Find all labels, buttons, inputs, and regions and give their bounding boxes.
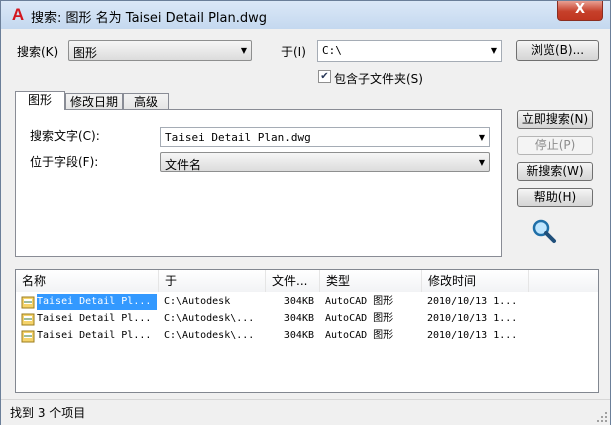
column-header-modified[interactable]: 修改时间: [422, 270, 529, 292]
chevron-down-icon: ▼: [478, 133, 485, 142]
chevron-down-icon: ▼: [240, 46, 247, 55]
magnifier-icon: [532, 219, 556, 243]
cell-type: AutoCAD 图形: [325, 330, 394, 341]
find-dialog: A 搜索: 图形 名为 Taisei Detail Plan.dwg X 搜索(…: [0, 0, 611, 425]
search-text-label: 搜索文字(C):: [30, 129, 100, 143]
cell-name: Taisei Detail Pl...: [37, 313, 152, 324]
search-type-label: 搜索(K): [17, 45, 59, 59]
column-header-size[interactable]: 文件...: [266, 270, 320, 292]
cell-modified: 2010/10/13 1...: [427, 296, 518, 307]
look-in-combo[interactable]: C:\ ▼: [317, 40, 502, 62]
dwg-file-icon: [21, 296, 35, 309]
field-select[interactable]: 文件名 ▼: [160, 152, 490, 172]
search-text-value: Taisei Detail Plan.dwg: [165, 131, 311, 144]
autocad-a-icon: A: [11, 5, 25, 24]
table-row[interactable]: Taisei Detail Pl... C:\Autodesk 304KB Au…: [16, 294, 598, 310]
dwg-file-icon: [21, 313, 35, 326]
cell-size: 304KB: [283, 330, 314, 341]
cell-location: C:\Autodesk: [164, 296, 231, 307]
status-bar: 找到 3 个项目: [1, 399, 610, 425]
dwg-file-icon: [21, 330, 35, 343]
title-bar[interactable]: A 搜索: 图形 名为 Taisei Detail Plan.dwg X: [1, 1, 610, 29]
results-list[interactable]: 名称 于 文件... 类型 修改时间 Taisei Detail Pl... C…: [15, 269, 599, 393]
search-text-combo[interactable]: Taisei Detail Plan.dwg ▼: [160, 127, 490, 147]
field-value: 文件名: [165, 158, 202, 172]
cell-type: AutoCAD 图形: [325, 296, 394, 307]
window-title: 搜索: 图形 名为 Taisei Detail Plan.dwg: [31, 11, 268, 26]
cell-size: 304KB: [283, 313, 314, 324]
status-text: 找到 3 个项目: [10, 406, 86, 420]
cell-name: Taisei Detail Pl...: [37, 294, 157, 310]
cell-location: C:\Autodesk\...: [164, 330, 255, 341]
cell-modified: 2010/10/13 1...: [427, 330, 518, 341]
look-in-value: C:\: [322, 44, 342, 57]
browse-button[interactable]: 浏览(B)...: [516, 40, 599, 61]
close-button[interactable]: X: [557, 1, 603, 21]
table-row[interactable]: Taisei Detail Pl... C:\Autodesk\... 304K…: [16, 311, 598, 327]
chevron-down-icon: ▼: [490, 46, 497, 55]
resize-grip-icon[interactable]: [597, 412, 608, 423]
column-header-type[interactable]: 类型: [320, 270, 422, 292]
help-button[interactable]: 帮助(H): [517, 188, 593, 207]
search-now-button[interactable]: 立即搜索(N): [517, 110, 593, 129]
search-type-value: 图形: [73, 46, 98, 60]
include-subfolders-checkbox[interactable]: ✔: [318, 70, 331, 83]
include-subfolders-label[interactable]: 包含子文件夹(S): [334, 70, 423, 87]
cell-type: AutoCAD 图形: [325, 313, 394, 324]
field-label: 位于字段(F):: [30, 155, 99, 169]
tab-date-modified[interactable]: 修改日期: [65, 93, 123, 110]
look-in-label: 于(I): [281, 45, 306, 59]
search-type-select[interactable]: 图形 ▼: [68, 40, 252, 61]
column-header-filler: [529, 270, 598, 292]
cell-modified: 2010/10/13 1...: [427, 313, 518, 324]
table-row[interactable]: Taisei Detail Pl... C:\Autodesk\... 304K…: [16, 328, 598, 344]
new-search-button[interactable]: 新搜索(W): [517, 162, 593, 181]
tab-advanced[interactable]: 高级: [123, 93, 169, 110]
cell-size: 304KB: [283, 296, 314, 307]
cell-name: Taisei Detail Pl...: [37, 330, 152, 341]
tab-drawing[interactable]: 图形: [15, 91, 65, 110]
chevron-down-icon: ▼: [478, 158, 485, 167]
stop-button[interactable]: 停止(P): [517, 136, 593, 155]
tab-panel-drawing: 搜索文字(C): Taisei Detail Plan.dwg ▼ 位于字段(F…: [15, 109, 502, 257]
column-header-name[interactable]: 名称: [16, 270, 159, 292]
cell-location: C:\Autodesk\...: [164, 313, 255, 324]
column-header-location[interactable]: 于: [159, 270, 266, 292]
